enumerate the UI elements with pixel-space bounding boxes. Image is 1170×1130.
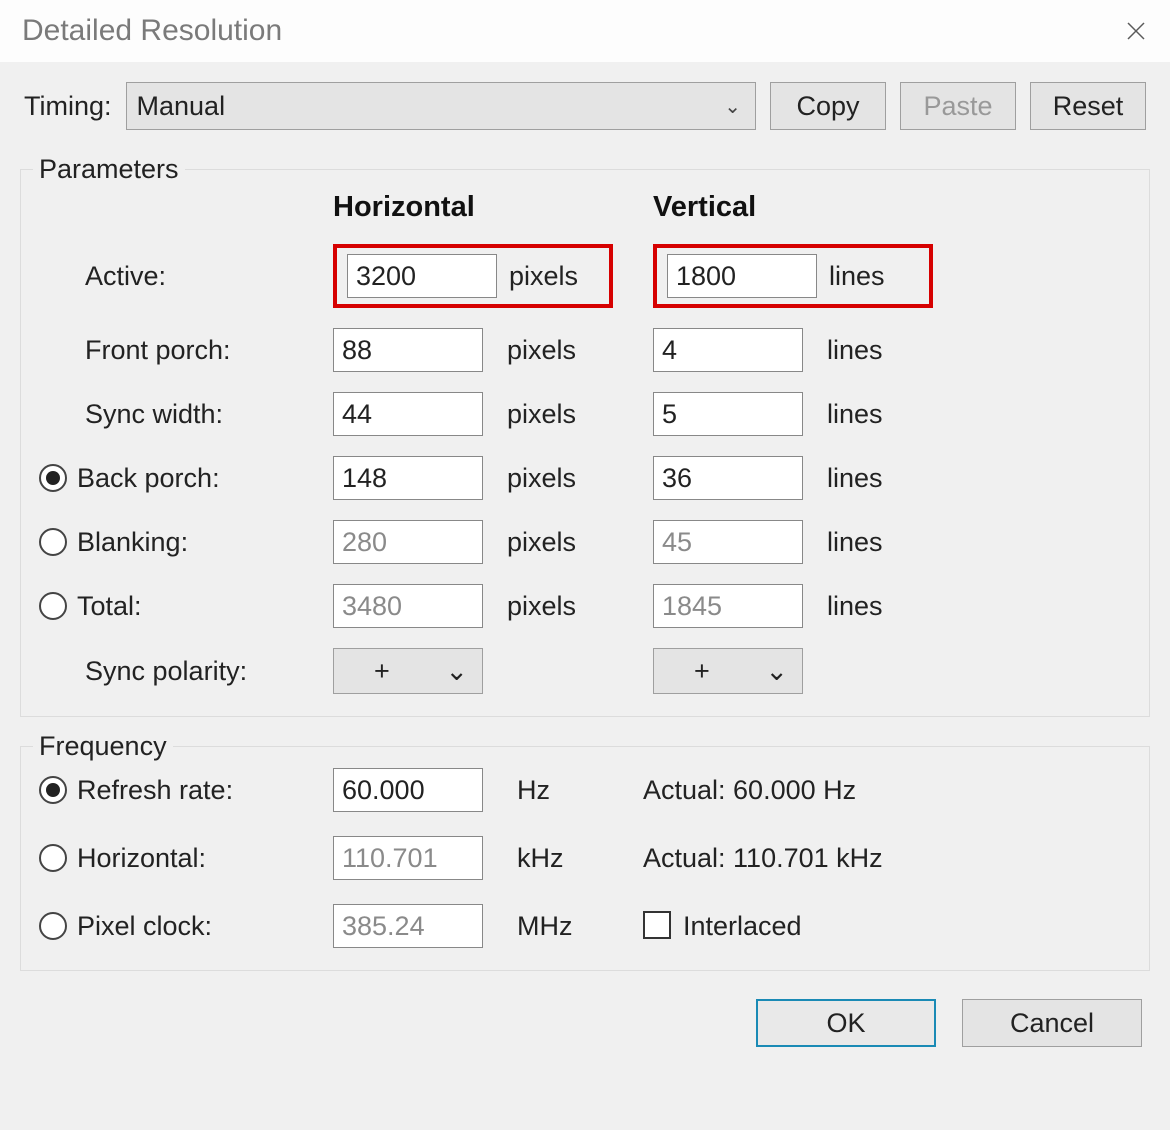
active-horizontal-highlight: pixels bbox=[333, 244, 613, 308]
horizontal-actual: Actual: 110.701 kHz bbox=[643, 843, 1113, 874]
active-vertical-highlight: lines bbox=[653, 244, 933, 308]
refresh-radio[interactable] bbox=[39, 776, 67, 804]
timing-select[interactable]: Manual ⌄ bbox=[126, 82, 756, 130]
sync-width-horizontal-input[interactable] bbox=[333, 392, 483, 436]
back-porch-vertical-input[interactable] bbox=[653, 456, 803, 500]
refresh-actual: Actual: 60.000 Hz bbox=[643, 775, 1113, 806]
unit-hz: Hz bbox=[503, 775, 583, 806]
row-back-porch-label[interactable]: Back porch: bbox=[33, 463, 333, 494]
paste-button[interactable]: Paste bbox=[900, 82, 1016, 130]
interlaced-row[interactable]: Interlaced bbox=[643, 911, 1113, 942]
refresh-input[interactable] bbox=[333, 768, 483, 812]
blanking-horizontal-input bbox=[333, 520, 483, 564]
titlebar: Detailed Resolution bbox=[0, 0, 1170, 62]
row-refresh-label[interactable]: Refresh rate: bbox=[33, 775, 333, 806]
pixel-clock-radio[interactable] bbox=[39, 912, 67, 940]
row-total-label[interactable]: Total: bbox=[33, 591, 333, 622]
chevron-down-icon: ⌄ bbox=[445, 656, 468, 687]
back-porch-horizontal-input[interactable] bbox=[333, 456, 483, 500]
row-sync-polarity-label: Sync polarity: bbox=[33, 656, 333, 687]
blanking-vertical-input bbox=[653, 520, 803, 564]
front-porch-vertical-input[interactable] bbox=[653, 328, 803, 372]
row-blanking-label[interactable]: Blanking: bbox=[33, 527, 333, 558]
row-sync-width-label: Sync width: bbox=[33, 399, 333, 430]
header-horizontal: Horizontal bbox=[333, 191, 613, 224]
row-horizontal-freq-label[interactable]: Horizontal: bbox=[33, 843, 333, 874]
sync-polarity-vertical-select[interactable]: + ⌄ bbox=[653, 648, 803, 694]
unit-pixels: pixels bbox=[493, 399, 613, 430]
unit-lines: lines bbox=[817, 261, 885, 292]
row-active-label: Active: bbox=[33, 261, 333, 292]
timing-label: Timing: bbox=[24, 91, 112, 122]
parameters-grid: Horizontal Vertical Active: pixels lines… bbox=[33, 191, 1137, 694]
parameters-legend: Parameters bbox=[33, 154, 185, 185]
unit-pixels: pixels bbox=[493, 335, 613, 366]
back-porch-radio[interactable] bbox=[39, 464, 67, 492]
copy-button[interactable]: Copy bbox=[770, 82, 886, 130]
unit-mhz: MHz bbox=[503, 911, 583, 942]
sync-polarity-horizontal-select[interactable]: + ⌄ bbox=[333, 648, 483, 694]
unit-pixels: pixels bbox=[493, 463, 613, 494]
unit-pixels: pixels bbox=[497, 261, 578, 292]
unit-khz: kHz bbox=[503, 843, 583, 874]
horizontal-freq-radio[interactable] bbox=[39, 844, 67, 872]
ok-button[interactable]: OK bbox=[756, 999, 936, 1047]
close-button[interactable] bbox=[1112, 7, 1160, 55]
dialog-window: Detailed Resolution Timing: Manual ⌄ Cop… bbox=[0, 0, 1170, 1075]
frequency-group: Frequency Refresh rate: Hz Actual: 60.00… bbox=[20, 731, 1150, 971]
unit-lines: lines bbox=[813, 527, 923, 558]
chevron-down-icon: ⌄ bbox=[765, 656, 788, 687]
total-radio[interactable] bbox=[39, 592, 67, 620]
unit-pixels: pixels bbox=[493, 591, 613, 622]
window-title: Detailed Resolution bbox=[22, 14, 282, 48]
sync-width-vertical-input[interactable] bbox=[653, 392, 803, 436]
row-front-porch-label: Front porch: bbox=[33, 335, 333, 366]
total-vertical-input bbox=[653, 584, 803, 628]
unit-pixels: pixels bbox=[493, 527, 613, 558]
chevron-down-icon: ⌄ bbox=[724, 94, 741, 119]
blanking-radio[interactable] bbox=[39, 528, 67, 556]
frequency-grid: Refresh rate: Hz Actual: 60.000 Hz Horiz… bbox=[33, 768, 1137, 948]
frequency-legend: Frequency bbox=[33, 731, 173, 762]
close-icon bbox=[1127, 22, 1145, 40]
reset-button[interactable]: Reset bbox=[1030, 82, 1146, 130]
pixel-clock-input bbox=[333, 904, 483, 948]
unit-lines: lines bbox=[813, 335, 923, 366]
timing-value: Manual bbox=[137, 91, 226, 122]
total-horizontal-input bbox=[333, 584, 483, 628]
active-vertical-input[interactable] bbox=[667, 254, 817, 298]
front-porch-horizontal-input[interactable] bbox=[333, 328, 483, 372]
toolbar: Timing: Manual ⌄ Copy Paste Reset bbox=[0, 62, 1170, 140]
row-pixel-clock-label[interactable]: Pixel clock: bbox=[33, 911, 333, 942]
parameters-group: Parameters Horizontal Vertical Active: p… bbox=[20, 154, 1150, 717]
interlaced-checkbox[interactable] bbox=[643, 911, 671, 939]
cancel-button[interactable]: Cancel bbox=[962, 999, 1142, 1047]
unit-lines: lines bbox=[813, 463, 923, 494]
header-vertical: Vertical bbox=[653, 191, 923, 224]
unit-lines: lines bbox=[813, 591, 923, 622]
dialog-buttons: OK Cancel bbox=[0, 981, 1170, 1075]
active-horizontal-input[interactable] bbox=[347, 254, 497, 298]
unit-lines: lines bbox=[813, 399, 923, 430]
horizontal-freq-input bbox=[333, 836, 483, 880]
